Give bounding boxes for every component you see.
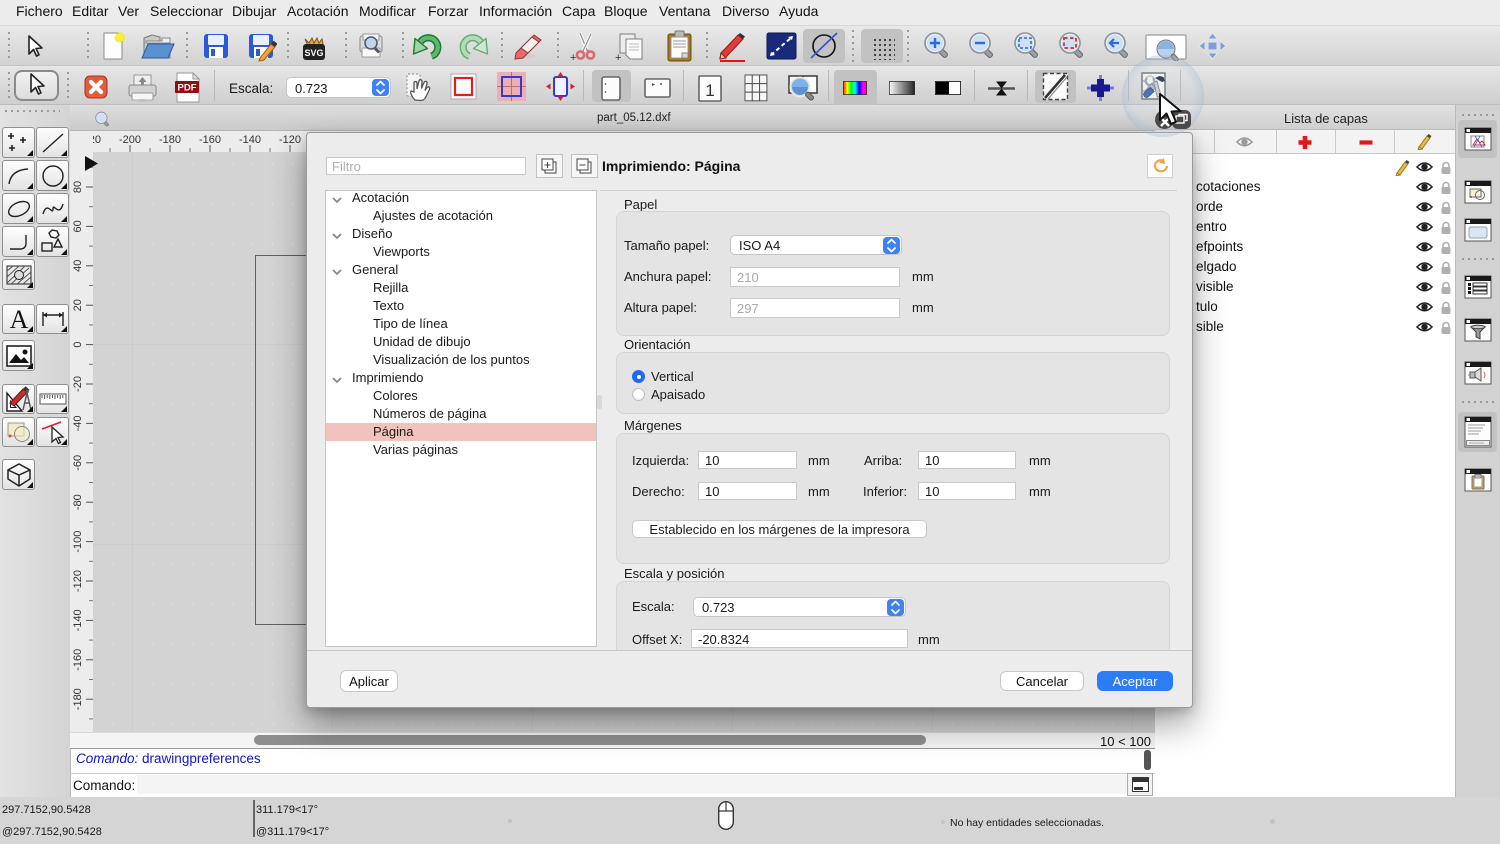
svg-text:-100: -100 [72, 531, 84, 553]
svg-text:-60: -60 [72, 455, 84, 471]
svg-text:+: + [615, 52, 621, 63]
svg-text:-160: -160 [72, 649, 84, 671]
svg-text:-160: -160 [199, 134, 221, 146]
svg-text:-140: -140 [239, 134, 261, 146]
svg-text:20: 20 [72, 299, 84, 311]
svg-text:60: 60 [72, 220, 84, 232]
svg-text:SVG: SVG [304, 48, 323, 58]
svg-text:-20: -20 [72, 376, 84, 392]
svg-text:A: A [9, 306, 28, 332]
svg-text:-80: -80 [72, 494, 84, 510]
svg-text:-120: -120 [279, 134, 301, 146]
svg-text:-140: -140 [72, 609, 84, 631]
svg-text:-180: -180 [72, 688, 84, 710]
svg-text:40: 40 [72, 260, 84, 272]
svg-text:0: 0 [72, 342, 84, 348]
svg-text:-120: -120 [72, 570, 84, 592]
svg-text:-40: -40 [72, 415, 84, 431]
svg-text:1: 1 [705, 81, 714, 100]
svg-text:PDF: PDF [178, 83, 197, 94]
svg-text:-220: -220 [93, 134, 101, 146]
svg-text:-200: -200 [119, 134, 141, 146]
svg-text:+: + [570, 52, 576, 62]
svg-text:80: 80 [72, 181, 84, 193]
svg-text:-180: -180 [159, 134, 181, 146]
